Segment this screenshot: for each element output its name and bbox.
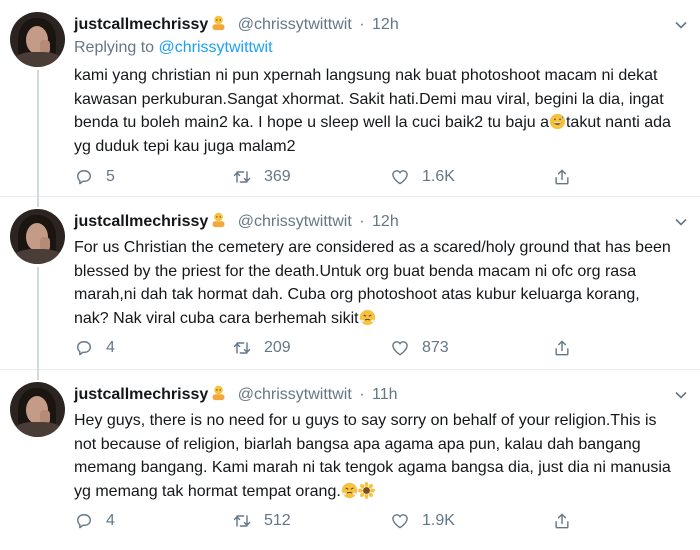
timestamp[interactable]: 12h (372, 16, 399, 33)
user-handle[interactable]: @chrissytwittwit (238, 16, 352, 33)
avatar[interactable] (10, 209, 65, 264)
display-name[interactable]: justcallmechrissy (74, 386, 208, 403)
user-handle[interactable]: @chrissytwittwit (238, 386, 352, 403)
retweet-count: 369 (264, 168, 291, 185)
heart-icon (392, 514, 408, 529)
tweet-text: For us Christian the cemetery are consid… (74, 236, 674, 330)
tweet-header: justcallmechrissy @chrissytwittwit · 12h (74, 211, 399, 231)
person-emoji-icon (212, 212, 225, 228)
reply-icon (77, 514, 91, 529)
like-button[interactable]: 1.9K (390, 510, 455, 532)
reply-button[interactable]: 5 (74, 166, 115, 188)
tweet-thread: justcallmechrissy @chrissytwittwit · 12h… (0, 0, 700, 550)
thread-connector (37, 267, 39, 370)
share-icon (555, 340, 569, 356)
action-bar: 4 209 873 (74, 337, 584, 359)
like-count: 1.6K (422, 168, 455, 185)
heart-icon (392, 170, 408, 185)
display-name[interactable]: justcallmechrissy (74, 213, 208, 230)
chevron-down-icon[interactable] (674, 388, 688, 402)
sunflower-emoji-icon (357, 481, 375, 499)
thread-connector (37, 70, 39, 197)
person-emoji-icon (212, 15, 225, 31)
like-count: 873 (422, 339, 449, 356)
separator-dot: · (359, 386, 365, 403)
share-icon (555, 513, 569, 529)
reply-count: 5 (106, 168, 115, 185)
tweet-header: justcallmechrissy @chrissytwittwit · 12h (74, 14, 399, 34)
retweet-icon (233, 171, 251, 183)
reply-icon (77, 170, 91, 185)
action-bar: 4 512 1.9K (74, 510, 584, 532)
retweet-icon (233, 342, 251, 354)
separator-dot: · (359, 16, 365, 33)
mention-link[interactable]: @chrissytwittwit (159, 39, 273, 56)
retweet-icon (233, 515, 251, 527)
heart-icon (392, 341, 408, 356)
retweet-button[interactable]: 369 (232, 166, 291, 188)
action-bar: 5 369 1.6K (74, 166, 584, 188)
reply-icon (77, 341, 91, 356)
tweet-text: kami yang christian ni pun xpernah langs… (74, 64, 674, 158)
tweet-text: Hey guys, there is no need for u guys to… (74, 409, 674, 503)
reply-count: 4 (106, 339, 115, 356)
replying-to-line: Replying to @chrissytwittwit (74, 39, 273, 57)
avatar[interactable] (10, 382, 65, 437)
retweet-count: 209 (264, 339, 291, 356)
chevron-down-icon[interactable] (674, 215, 688, 229)
reply-button[interactable]: 4 (74, 510, 115, 532)
like-button[interactable]: 873 (390, 337, 449, 359)
timestamp[interactable]: 12h (372, 213, 399, 230)
user-handle[interactable]: @chrissytwittwit (238, 213, 352, 230)
chevron-down-icon[interactable] (674, 18, 688, 32)
reply-button[interactable]: 4 (74, 337, 115, 359)
thread-connector (37, 370, 39, 380)
timestamp[interactable]: 11h (372, 386, 398, 403)
share-button[interactable] (552, 337, 572, 359)
tweet[interactable]: justcallmechrissy @chrissytwittwit · 12h… (0, 0, 700, 197)
steam-face-emoji-icon (359, 309, 375, 325)
share-button[interactable] (552, 510, 572, 532)
tweet[interactable]: justcallmechrissy @chrissytwittwit · 11h… (0, 370, 700, 550)
thread-connector (37, 197, 39, 207)
like-button[interactable]: 1.6K (390, 166, 455, 188)
steam-face-emoji-icon (341, 482, 357, 498)
person-emoji-icon (212, 385, 225, 401)
share-button[interactable] (552, 166, 572, 188)
retweet-button[interactable]: 512 (232, 510, 291, 532)
like-count: 1.9K (422, 512, 455, 529)
tweet[interactable]: justcallmechrissy @chrissytwittwit · 12h… (0, 197, 700, 370)
replying-to-label: Replying to (74, 39, 155, 56)
share-icon (555, 169, 569, 185)
retweet-button[interactable]: 209 (232, 337, 291, 359)
grinning-sweat-emoji-icon (549, 113, 566, 130)
tweet-header: justcallmechrissy @chrissytwittwit · 11h (74, 384, 398, 404)
avatar[interactable] (10, 12, 65, 67)
separator-dot: · (359, 213, 365, 230)
display-name[interactable]: justcallmechrissy (74, 16, 208, 33)
retweet-count: 512 (264, 512, 291, 529)
reply-count: 4 (106, 512, 115, 529)
